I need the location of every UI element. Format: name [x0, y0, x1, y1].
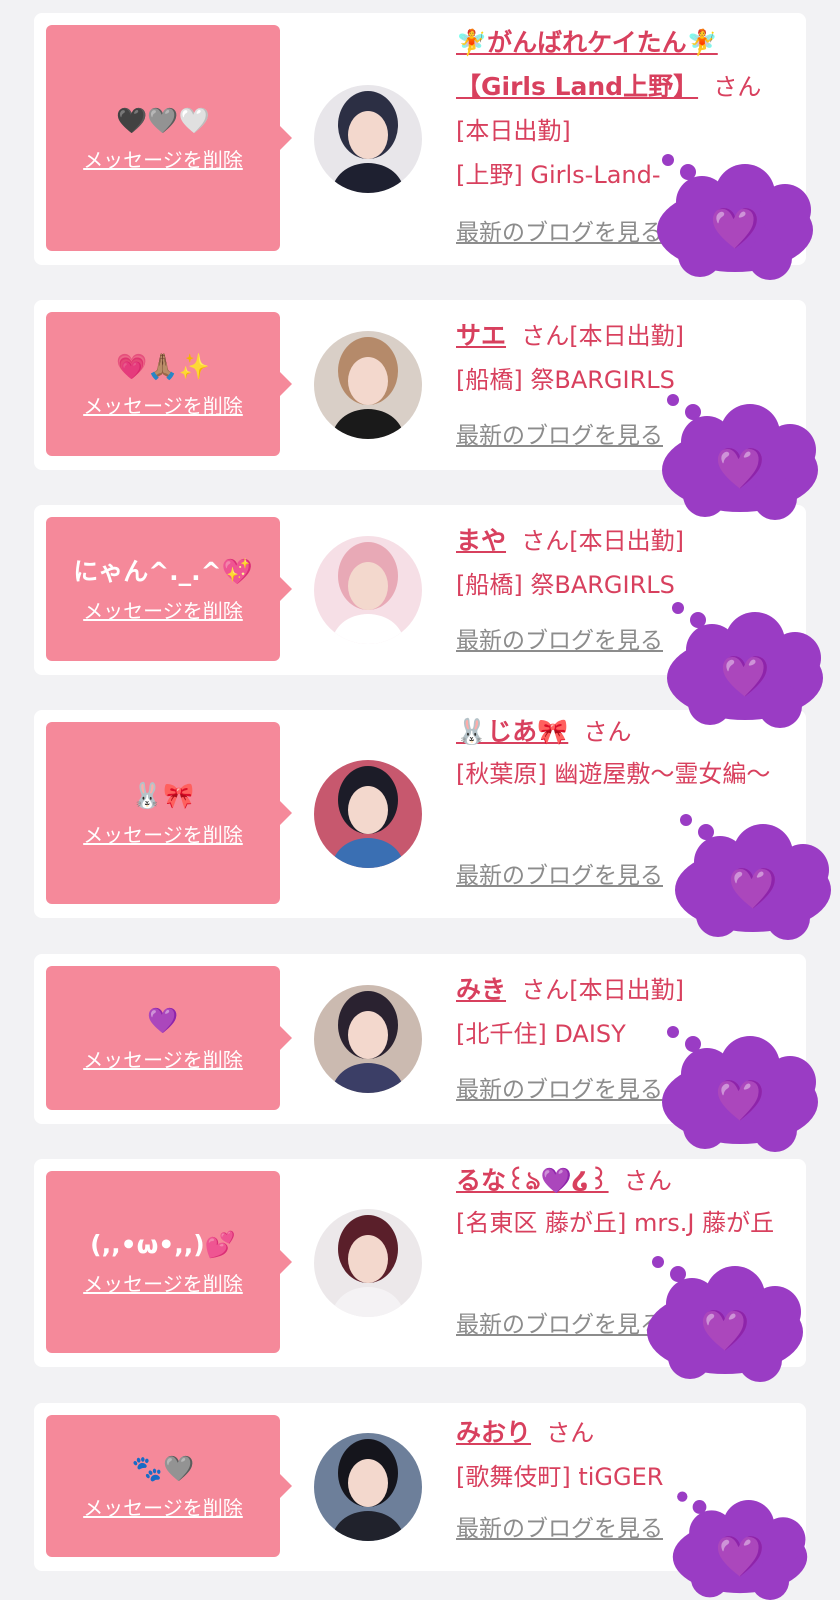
delete-message-link[interactable]: メッセージを削除 [83, 144, 243, 173]
message-bubble: (,,•ω•,,)💕 メッセージを削除 [46, 1171, 292, 1353]
message-bubble: 🐾🩶 メッセージを削除 [46, 1415, 292, 1557]
message-text: にゃん^._.^💖 [73, 556, 253, 586]
honorific: さん [713, 73, 762, 101]
avatar-face [348, 562, 388, 610]
avatar-face [348, 1235, 388, 1283]
message-text: (,,•ω•,,)💕 [90, 1229, 236, 1259]
avatar[interactable] [314, 85, 422, 193]
avatar-body [332, 1287, 404, 1317]
honorific: さん [521, 322, 570, 350]
profile-name-link[interactable]: るな꒰ঌ💜໒꒱ [456, 1166, 609, 1195]
honorific: さん [521, 527, 570, 555]
delete-message-link[interactable]: メッセージを削除 [83, 1268, 243, 1297]
profile-info: みおり さん [歌舞伎町] tiGGER [456, 1411, 788, 1499]
avatar-body [332, 614, 404, 644]
profile-info: サエ さん[本日出勤] [船橋] 祭BARGIRLS [456, 314, 788, 402]
profile-name-link[interactable]: まや [456, 526, 506, 555]
avatar-body [332, 1063, 404, 1093]
heart-icon: 💜 [700, 1308, 750, 1354]
honorific: さん [521, 976, 570, 1004]
avatar[interactable] [314, 1209, 422, 1317]
profile-info: まや さん[本日出勤] [船橋] 祭BARGIRLS [456, 519, 788, 607]
profile-info: るな꒰ঌ💜໒꒱ さん [名東区 藤が丘] mrs.J 藤が丘 [456, 1159, 788, 1243]
message-text: 💜 [147, 1005, 179, 1035]
delete-message-link[interactable]: メッセージを削除 [83, 1044, 243, 1073]
latest-blog-link[interactable]: 最新のブログを見る [456, 856, 663, 890]
profile-name-link[interactable]: 🐰じあ🎀 [456, 717, 568, 746]
attendance-status: [本日出勤] [456, 117, 571, 145]
delete-message-link[interactable]: メッセージを削除 [83, 1492, 243, 1521]
attendance-status: [本日出勤] [569, 527, 685, 555]
latest-blog-link[interactable]: 最新のブログを見る [456, 1305, 663, 1339]
profile-name-link[interactable]: みおり [456, 1418, 531, 1447]
avatar[interactable] [314, 536, 422, 644]
heart-icon: 💜 [710, 206, 760, 252]
avatar-body [332, 1511, 404, 1541]
heart-cloud-sticker: 💜 [650, 150, 820, 280]
latest-blog-link[interactable]: 最新のブログを見る [456, 1070, 663, 1104]
message-bubble: 💗🙏🏽✨ メッセージを削除 [46, 312, 292, 456]
heart-cloud-sticker: 💜 [665, 1488, 815, 1600]
avatar[interactable] [314, 985, 422, 1093]
message-bubble: 🖤🩶🤍 メッセージを削除 [46, 25, 292, 251]
avatar[interactable] [314, 1433, 422, 1541]
avatar[interactable] [314, 760, 422, 868]
message-bubble: 💜 メッセージを削除 [46, 966, 292, 1110]
profile-name-link[interactable]: サエ [456, 321, 506, 350]
avatar-body [332, 409, 404, 439]
profile-name-link[interactable]: 🧚がんばれケイたん🧚【Girls Land上野】 [456, 28, 718, 101]
avatar-face [348, 357, 388, 405]
avatar-face [348, 1459, 388, 1507]
heart-cloud-sticker: 💜 [660, 598, 830, 728]
heart-icon: 💜 [720, 654, 770, 700]
heart-icon: 💜 [728, 866, 778, 912]
avatar-body [332, 838, 404, 868]
honorific: さん [546, 1419, 595, 1447]
message-text: 🐾🩶 [131, 1453, 195, 1483]
heart-icon: 💜 [715, 1078, 765, 1124]
message-text: 🐰🎀 [131, 780, 195, 810]
avatar-face [348, 786, 388, 834]
avatar-face [348, 1011, 388, 1059]
attendance-status: [本日出勤] [569, 976, 685, 1004]
heart-cloud-sticker: 💜 [668, 810, 838, 940]
avatar-body [332, 163, 404, 193]
message-bubble: にゃん^._.^💖 メッセージを削除 [46, 517, 292, 661]
delete-message-link[interactable]: メッセージを削除 [83, 595, 243, 624]
heart-cloud-sticker: 💜 [640, 1252, 810, 1382]
latest-blog-link[interactable]: 最新のブログを見る [456, 621, 663, 655]
latest-blog-link[interactable]: 最新のブログを見る [456, 416, 663, 450]
heart-icon: 💜 [715, 1534, 765, 1580]
honorific: さん [583, 718, 632, 746]
attendance-status: [本日出勤] [569, 322, 685, 350]
heart-cloud-sticker: 💜 [655, 1022, 825, 1152]
latest-blog-link[interactable]: 最新のブログを見る [456, 213, 663, 247]
delete-message-link[interactable]: メッセージを削除 [83, 390, 243, 419]
profile-name-link[interactable]: みき [456, 975, 506, 1004]
message-text: 💗🙏🏽✨ [116, 351, 210, 381]
message-text: 🖤🩶🤍 [116, 105, 210, 135]
avatar[interactable] [314, 331, 422, 439]
avatar-face [348, 111, 388, 159]
message-bubble: 🐰🎀 メッセージを削除 [46, 722, 292, 904]
heart-icon: 💜 [715, 446, 765, 492]
shop-name: [名東区 藤が丘] mrs.J 藤が丘 [456, 1209, 775, 1237]
latest-blog-link[interactable]: 最新のブログを見る [456, 1509, 663, 1543]
honorific: さん [623, 1167, 672, 1195]
heart-cloud-sticker: 💜 [655, 390, 825, 520]
delete-message-link[interactable]: メッセージを削除 [83, 819, 243, 848]
shop-name: [秋葉原] 幽遊屋敷～霊女編～ [456, 760, 771, 788]
